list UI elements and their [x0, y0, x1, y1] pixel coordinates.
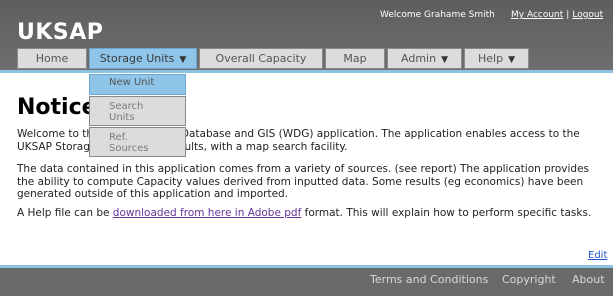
tab-help-label: Help	[478, 52, 504, 65]
data-sources-paragraph: The data contained in this application c…	[17, 163, 590, 200]
menu-item-search-units[interactable]: Search Units	[89, 96, 186, 126]
chevron-down-icon: ▼	[179, 55, 187, 65]
tab-overall-capacity-label: Overall Capacity	[215, 52, 307, 65]
footer-copyright-link[interactable]: Copyright	[502, 273, 556, 286]
footer-about-link[interactable]: About	[572, 273, 605, 286]
my-account-link[interactable]: My Account	[511, 10, 563, 20]
account-links: My Account | Logout	[511, 10, 603, 20]
help-paragraph: A Help file can be downloaded from here …	[17, 207, 602, 220]
welcome-text-part3: UKSAP Storage	[17, 140, 97, 153]
menu-item-new-unit-label: New Unit	[109, 77, 155, 88]
header-accent-line	[0, 70, 613, 73]
menu-item-search-label-2: Units	[109, 112, 135, 123]
tab-help[interactable]: Help ▼	[464, 48, 529, 69]
tab-admin-label: Admin	[401, 52, 437, 65]
tab-home-label: Home	[35, 52, 69, 65]
footer-terms-link[interactable]: Terms and Conditions	[370, 273, 488, 286]
welcome-text-part2: eled Database and GIS (WDG) application.…	[155, 128, 580, 140]
tab-overall-capacity[interactable]: Overall Capacity	[199, 48, 323, 69]
menu-item-ref-sources[interactable]: Ref. Sources	[89, 127, 186, 157]
edit-link[interactable]: Edit	[588, 250, 607, 261]
menu-item-new-unit[interactable]: New Unit	[89, 74, 186, 95]
tab-map-label: Map	[343, 52, 367, 65]
app-logo: UKSAP	[17, 20, 104, 45]
menu-item-ref-label-2: Sources	[109, 143, 149, 154]
link-separator: |	[566, 10, 570, 20]
welcome-text: Welcome Grahame Smith	[380, 10, 495, 20]
tab-storage-units[interactable]: Storage Units ▼	[89, 48, 197, 69]
logout-link[interactable]: Logout	[572, 10, 603, 20]
tab-map[interactable]: Map	[325, 48, 385, 69]
welcome-text-part1: Welcome to th	[17, 128, 94, 140]
help-text-pre: A Help file can be	[17, 207, 113, 219]
menu-item-ref-label-1: Ref.	[109, 132, 128, 143]
tab-admin[interactable]: Admin ▼	[387, 48, 462, 69]
chevron-down-icon: ▼	[441, 55, 448, 65]
chevron-down-icon: ▼	[508, 55, 515, 65]
help-pdf-link[interactable]: downloaded from here in Adobe pdf	[113, 207, 302, 219]
tab-home[interactable]: Home	[17, 48, 87, 69]
page-title: Notice	[17, 95, 97, 120]
help-text-post: format. This will explain how to perform…	[301, 207, 592, 219]
tab-storage-units-label: Storage Units	[99, 52, 175, 65]
menu-item-search-label-1: Search	[109, 101, 144, 112]
